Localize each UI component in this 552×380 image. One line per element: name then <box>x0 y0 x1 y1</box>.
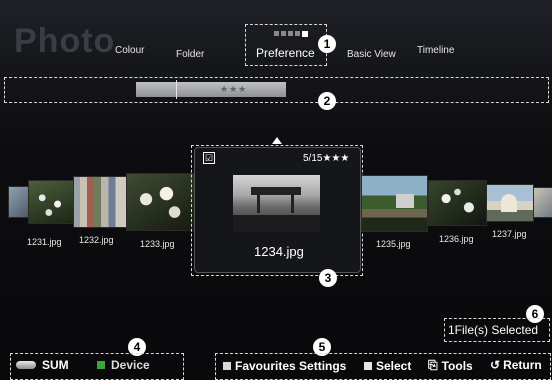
return-button[interactable]: ↺ Return <box>490 358 542 372</box>
photo-thumbnail-partial-right[interactable] <box>533 187 552 218</box>
selected-photo-position-rating: 5/15★★★ <box>303 153 350 164</box>
tab-folder[interactable]: Folder <box>176 49 204 60</box>
photo-thumbnail-1236[interactable] <box>428 180 487 226</box>
rating-filter-stars: ★★★ <box>220 84 248 94</box>
rating-filter-marker[interactable] <box>176 80 177 99</box>
scroll-up-arrow-icon[interactable] <box>272 137 282 144</box>
gazebo-roof <box>251 187 301 195</box>
green-button-icon <box>97 361 105 369</box>
tools-icon: ⎘ <box>428 358 438 372</box>
button-square-icon <box>223 362 231 370</box>
callout-3: 3 <box>319 269 337 287</box>
preference-highlight-box <box>245 24 327 66</box>
photo-thumbnail-1235[interactable] <box>361 175 428 232</box>
photo-thumbnail-partial[interactable] <box>8 186 30 218</box>
tab-colour[interactable]: Colour <box>115 45 144 56</box>
rating-filter-bar[interactable] <box>136 82 286 97</box>
tab-timeline[interactable]: Timeline <box>417 45 454 56</box>
device-button[interactable]: Device <box>97 358 150 372</box>
select-button[interactable]: Select <box>364 359 411 373</box>
cabin <box>396 194 414 208</box>
return-arrow-icon: ↺ <box>490 358 501 372</box>
photo-filename-1232: 1232.jpg <box>79 235 114 245</box>
checkbox-checked-icon[interactable]: ☑ <box>203 152 215 164</box>
page-title: Photo <box>14 22 116 60</box>
sum-device-icon <box>16 361 36 369</box>
tools-button[interactable]: ⎘ Tools <box>428 358 473 373</box>
photo-filename-1231: 1231.jpg <box>27 237 62 247</box>
photo-filename-1236: 1236.jpg <box>439 234 474 244</box>
selected-photo-filename: 1234.jpg <box>254 244 304 259</box>
files-selected-status: 1File(s) Selected <box>448 323 539 337</box>
photo-thumbnail-1231[interactable] <box>28 180 74 224</box>
photo-filename-1233: 1233.jpg <box>140 239 175 249</box>
photo-thumbnail-1233[interactable] <box>126 173 196 231</box>
gazebo-post-left <box>257 195 260 213</box>
tab-basic-view[interactable]: Basic View <box>347 49 396 60</box>
photo-thumbnail-1237[interactable] <box>486 184 534 222</box>
ground-shadow <box>233 215 320 232</box>
sum-button[interactable]: SUM <box>16 358 69 372</box>
dome-building <box>501 194 517 212</box>
selected-photo-image[interactable] <box>233 175 320 232</box>
photo-filename-1235: 1235.jpg <box>376 239 411 249</box>
photo-thumbnail-1232[interactable] <box>73 176 127 228</box>
photo-browser-screen: Photo Colour Folder Preference Basic Vie… <box>0 0 552 380</box>
favourites-settings-button[interactable]: Favourites Settings <box>223 359 346 373</box>
button-square-icon <box>364 362 372 370</box>
gazebo-post-right <box>291 195 294 213</box>
callout-2: 2 <box>318 92 336 110</box>
photo-filename-1237: 1237.jpg <box>492 229 527 239</box>
callout-1: 1 <box>318 35 336 53</box>
